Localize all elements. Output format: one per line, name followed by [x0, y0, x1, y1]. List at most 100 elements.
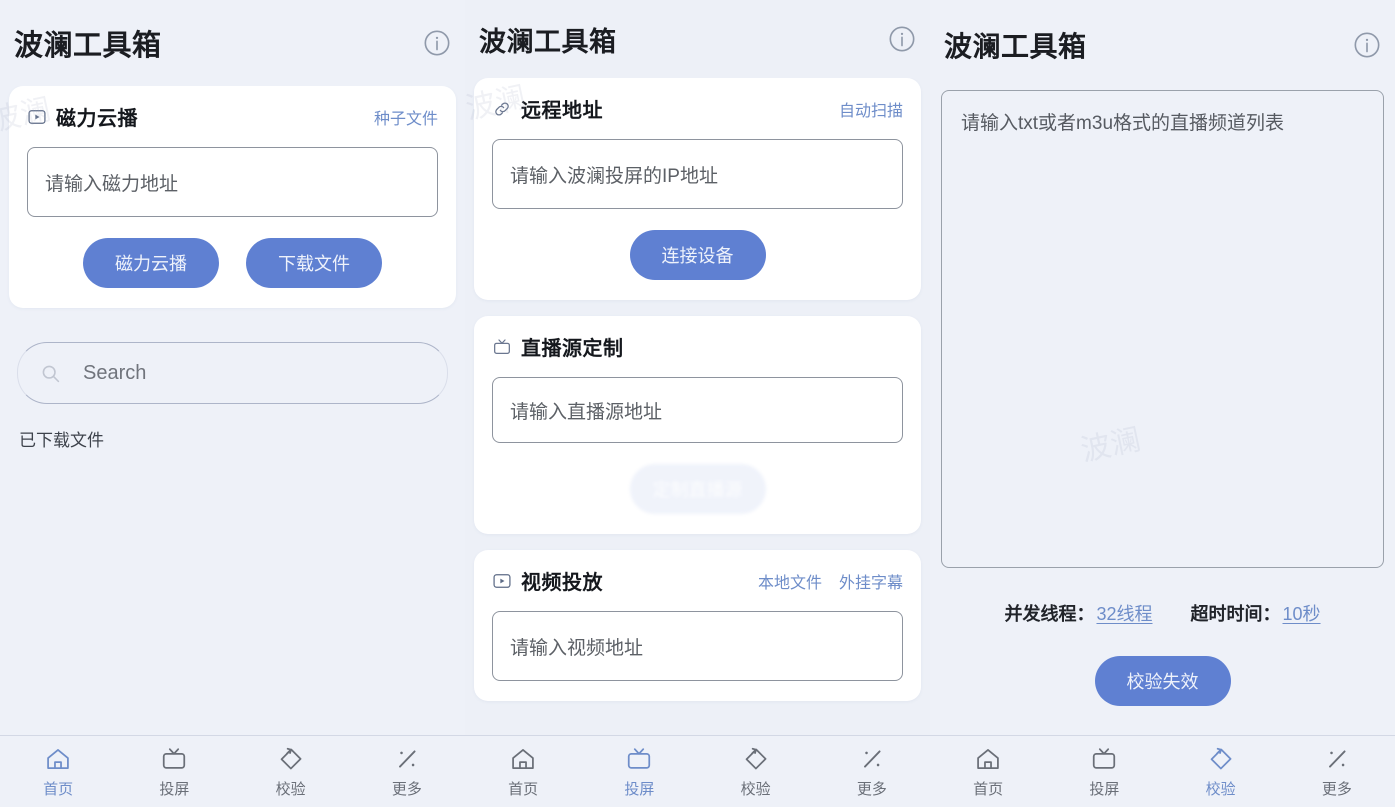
- three-screen-collage: 波澜工具箱 波澜: [0, 0, 1395, 807]
- card-title: 远程地址: [521, 100, 603, 122]
- screen-verify: 波澜工具箱 波澜 请输入txt或者m3u格式的直播频道列表 并发线程： 32线程: [930, 0, 1395, 807]
- more-percent-icon: [1323, 745, 1351, 773]
- link-icon: [492, 99, 512, 119]
- tab-label: 投屏: [159, 780, 190, 798]
- tab-label: 投屏: [1089, 780, 1120, 798]
- tab-home[interactable]: 首页: [0, 745, 116, 799]
- remote-ip-placeholder: 请输入波澜投屏的IP地址: [510, 165, 718, 187]
- appbar-home: 波澜工具箱: [0, 0, 465, 86]
- tab-label: 首页: [973, 780, 1004, 798]
- timeout-label: 超时时间：: [1190, 604, 1281, 624]
- card-header: 视频投放 本地文件 外挂字幕: [492, 566, 903, 595]
- download-file-button[interactable]: 下载文件: [246, 238, 382, 288]
- refresh-tag-icon: [277, 745, 305, 773]
- magnet-button-row: 磁力云播 下载文件: [27, 238, 438, 288]
- channel-list-textarea[interactable]: 请输入txt或者m3u格式的直播频道列表: [941, 90, 1384, 568]
- card-title: 视频投放: [521, 572, 603, 594]
- tab-home[interactable]: 首页: [930, 745, 1046, 799]
- concurrent-threads-label: 并发线程：: [1004, 604, 1095, 624]
- card-magnet-cloud-play: 磁力云播 种子文件 请输入磁力地址 磁力云播 下载文件: [9, 86, 456, 308]
- card-title: 直播源定制: [521, 338, 624, 360]
- tv-icon: [625, 745, 653, 773]
- customize-live-source-button[interactable]: 定制直播源: [629, 464, 766, 514]
- tab-label: 首页: [43, 780, 74, 798]
- tab-home[interactable]: 首页: [465, 745, 581, 799]
- tab-more[interactable]: 更多: [814, 745, 930, 799]
- verify-invalid-button[interactable]: 校验失效: [1094, 656, 1231, 706]
- card-header: 磁力云播 种子文件: [27, 102, 438, 131]
- card-actions: 种子文件: [374, 105, 438, 129]
- tabbar-verify: 首页 投屏 校验 更多: [930, 735, 1395, 807]
- home-icon: [44, 745, 72, 773]
- verify-settings-row: 并发线程： 32线程 超时时间： 10秒: [939, 600, 1386, 626]
- play-box-icon: [492, 571, 512, 591]
- home-body: 波澜 磁力云播 种子文件: [0, 86, 465, 735]
- card-actions: 自动扫描: [839, 97, 903, 121]
- action-external-subtitle[interactable]: 外挂字幕: [839, 569, 903, 593]
- verify-button-row: 校验失效: [939, 656, 1386, 706]
- more-percent-icon: [858, 745, 886, 773]
- remote-button-row: 连接设备: [492, 230, 903, 280]
- remote-ip-input[interactable]: 请输入波澜投屏的IP地址: [492, 139, 903, 209]
- search-input[interactable]: Search: [17, 342, 448, 404]
- refresh-tag-icon: [1207, 745, 1235, 773]
- tab-label: 校验: [1205, 780, 1236, 798]
- info-circle-icon[interactable]: [888, 25, 916, 53]
- concurrent-threads-value[interactable]: 32线程: [1096, 600, 1152, 626]
- timeout-setting: 超时时间： 10秒: [1191, 600, 1321, 626]
- info-circle-icon[interactable]: [423, 29, 451, 57]
- tab-label: 更多: [856, 780, 887, 798]
- tab-verify[interactable]: 校验: [1163, 745, 1279, 799]
- tab-cast[interactable]: 投屏: [1046, 745, 1162, 799]
- more-percent-icon: [393, 745, 421, 773]
- card-title: 磁力云播: [56, 108, 138, 130]
- card-live-source-custom: 直播源定制 请输入直播源地址 定制直播源: [474, 316, 921, 534]
- video-address-placeholder: 请输入视频地址: [510, 637, 644, 659]
- action-torrent-file[interactable]: 种子文件: [374, 105, 438, 129]
- screen-cast: 波澜工具箱 波澜: [465, 0, 930, 807]
- info-circle-icon[interactable]: [1353, 31, 1381, 59]
- tv-icon: [492, 337, 512, 357]
- tab-more[interactable]: 更多: [1279, 745, 1395, 799]
- tab-cast[interactable]: 投屏: [581, 745, 697, 799]
- timeout-value[interactable]: 10秒: [1283, 600, 1321, 626]
- card-header: 直播源定制: [492, 332, 903, 361]
- tab-label: 更多: [1321, 780, 1352, 798]
- tab-verify[interactable]: 校验: [233, 745, 349, 799]
- magnet-address-input[interactable]: 请输入磁力地址: [27, 147, 438, 217]
- appbar-verify: 波澜工具箱: [930, 0, 1395, 90]
- live-source-address-placeholder: 请输入直播源地址: [510, 401, 663, 423]
- tab-more[interactable]: 更多: [349, 745, 465, 799]
- play-box-icon: [27, 107, 47, 127]
- search-placeholder: Search: [83, 361, 147, 384]
- action-auto-scan[interactable]: 自动扫描: [839, 97, 903, 121]
- tabbar-cast: 首页 投屏 校验 更多: [465, 735, 930, 807]
- tv-icon: [160, 745, 188, 773]
- magnet-cloud-play-button[interactable]: 磁力云播: [83, 238, 219, 288]
- magnet-address-placeholder: 请输入磁力地址: [45, 173, 179, 195]
- refresh-tag-icon: [742, 745, 770, 773]
- tab-label: 投屏: [624, 780, 655, 798]
- action-local-file[interactable]: 本地文件: [758, 569, 822, 593]
- tab-label: 校验: [740, 780, 771, 798]
- page-title: 波澜工具箱: [479, 26, 617, 57]
- tab-label: 校验: [275, 780, 306, 798]
- search-icon: [40, 363, 61, 384]
- connect-device-button[interactable]: 连接设备: [629, 230, 766, 280]
- cast-body: 波澜 远程地址 自动扫描: [465, 78, 930, 735]
- home-icon: [509, 745, 537, 773]
- verify-body: 波澜 请输入txt或者m3u格式的直播频道列表 并发线程： 32线程 超时时间：…: [930, 90, 1395, 735]
- page-title: 波澜工具箱: [944, 31, 1087, 62]
- tab-verify[interactable]: 校验: [698, 745, 814, 799]
- downloaded-files-label: 已下载文件: [19, 431, 104, 450]
- tabbar-home: 首页 投屏 校验 更多: [0, 735, 465, 807]
- appbar-cast: 波澜工具箱: [465, 0, 930, 78]
- live-source-address-input[interactable]: 请输入直播源地址: [492, 377, 903, 443]
- tab-label: 首页: [508, 780, 539, 798]
- video-address-input[interactable]: 请输入视频地址: [492, 611, 903, 681]
- page-title: 波澜工具箱: [14, 30, 162, 62]
- tab-label: 更多: [391, 780, 422, 798]
- screen-home: 波澜工具箱 波澜: [0, 0, 465, 807]
- tab-cast[interactable]: 投屏: [116, 745, 232, 799]
- home-icon: [974, 745, 1002, 773]
